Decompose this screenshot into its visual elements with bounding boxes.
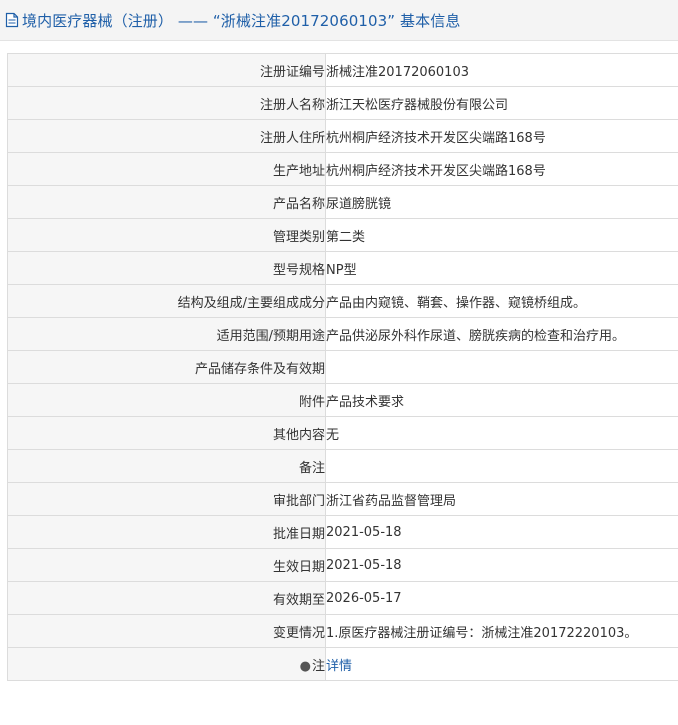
table-row: 适用范围/预期用途 产品供泌尿外科作尿道、膀胱疾病的检查和治疗用。 xyxy=(7,317,678,351)
table-row: 注册人住所 杭州桐庐经济技术开发区尖端路168号 xyxy=(7,119,678,153)
table-row: 结构及组成/主要组成成分 产品由内窥镜、鞘套、操作器、窥镜桥组成。 xyxy=(7,284,678,318)
field-label: 管理类别 xyxy=(7,218,326,252)
field-label: 审批部门 xyxy=(7,482,326,516)
page-title: 境内医疗器械（注册） —— “浙械注准20172060103” 基本信息 xyxy=(22,11,461,30)
note-label: 注 xyxy=(311,658,325,674)
details-link[interactable]: 详情 xyxy=(327,659,353,674)
table-row: 产品名称 尿道膀胱镜 xyxy=(7,185,678,219)
field-value: 产品技术要求 xyxy=(325,383,678,417)
field-label: 批准日期 xyxy=(7,515,326,549)
field-label: 注册证编号 xyxy=(7,53,326,87)
field-value: 浙江省药品监督管理局 xyxy=(325,482,678,516)
table-row: 型号规格 NP型 xyxy=(7,251,678,285)
field-label: 结构及组成/主要组成成分 xyxy=(7,284,326,318)
field-label: 产品储存条件及有效期 xyxy=(7,350,326,384)
field-value: 浙械注准20172060103 xyxy=(325,53,678,87)
field-value: 产品供泌尿外科作尿道、膀胱疾病的检查和治疗用。 xyxy=(325,317,678,351)
table-row: 生效日期 2021-05-18 xyxy=(7,548,678,582)
table-row: 批准日期 2021-05-18 xyxy=(7,515,678,549)
field-value: 2026-05-17 xyxy=(325,581,678,615)
field-label: 其他内容 xyxy=(7,416,326,450)
field-value: 浙江天松医疗器械股份有限公司 xyxy=(325,86,678,120)
field-label: 备注 xyxy=(7,449,326,483)
field-value xyxy=(325,449,678,483)
lightbulb-icon: ● xyxy=(299,658,311,674)
table-row: 管理类别 第二类 xyxy=(7,218,678,252)
field-label: 生效日期 xyxy=(7,548,326,582)
field-value: 尿道膀胱镜 xyxy=(325,185,678,219)
field-label: 型号规格 xyxy=(7,251,326,285)
field-value: NP型 xyxy=(325,251,678,285)
field-value xyxy=(325,350,678,384)
field-label: 生产地址 xyxy=(7,152,326,186)
table-row: 注册证编号 浙械注准20172060103 xyxy=(7,53,678,87)
table-row: 审批部门 浙江省药品监督管理局 xyxy=(7,482,678,516)
note-row: ●注 详情 xyxy=(7,647,678,681)
table-row: 生产地址 杭州桐庐经济技术开发区尖端路168号 xyxy=(7,152,678,186)
info-table: 注册证编号 浙械注准20172060103 注册人名称 浙江天松医疗器械股份有限公司注… xyxy=(7,53,678,681)
field-value: 2021-05-18 xyxy=(325,515,678,549)
table-row: 备注 xyxy=(7,449,678,483)
field-value: 产品由内窥镜、鞘套、操作器、窥镜桥组成。 xyxy=(325,284,678,318)
field-value: 第二类 xyxy=(325,218,678,252)
field-label: 附件 xyxy=(7,383,326,417)
field-label: 变更情况 xyxy=(7,614,326,648)
note-value-cell: 详情 xyxy=(325,647,678,681)
table-row: 其他内容无 xyxy=(7,416,678,450)
field-label: 注册人住所 xyxy=(7,119,326,153)
field-value: 杭州桐庐经济技术开发区尖端路168号 xyxy=(325,119,678,153)
table-row: 产品储存条件及有效期 xyxy=(7,350,678,384)
field-label: 适用范围/预期用途 xyxy=(7,317,326,351)
table-row: 附件 产品技术要求 xyxy=(7,383,678,417)
page-header: 境内医疗器械（注册） —— “浙械注准20172060103” 基本信息 xyxy=(0,0,678,41)
document-icon xyxy=(5,12,19,28)
field-value: 杭州桐庐经济技术开发区尖端路168号 xyxy=(325,152,678,186)
field-value: 1.原医疗器械注册证编号：浙械注准20172220103。 xyxy=(325,614,678,648)
note-label-cell: ●注 xyxy=(7,647,326,681)
field-value: 无 xyxy=(325,416,678,450)
table-row: 变更情况 1.原医疗器械注册证编号：浙械注准20172220103。 xyxy=(7,614,678,648)
field-label: 注册人名称 xyxy=(7,86,326,120)
table-row: 有效期至 2026-05-17 xyxy=(7,581,678,615)
field-label: 有效期至 xyxy=(7,581,326,615)
field-label: 产品名称 xyxy=(7,185,326,219)
info-table-body: 注册证编号 浙械注准20172060103 注册人名称 浙江天松医疗器械股份有限公司注… xyxy=(7,53,678,681)
field-value: 2021-05-18 xyxy=(325,548,678,582)
table-row: 注册人名称 浙江天松医疗器械股份有限公司 xyxy=(7,86,678,120)
